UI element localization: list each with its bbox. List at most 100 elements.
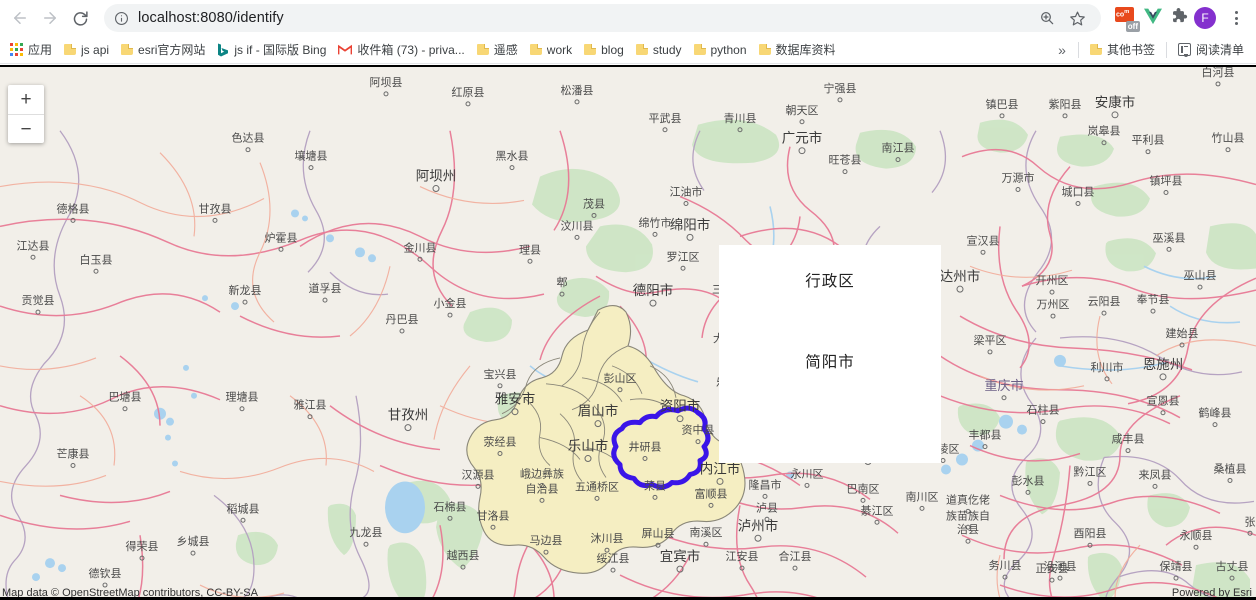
map-label: 道真仡佬 [946,492,990,506]
bookmark-esri-site[interactable]: esri官方网站 [115,38,211,61]
map-label: 阿坝州 [416,169,456,185]
map-label: 镇坪县 [1150,174,1183,188]
bookmark-label: 其他书签 [1107,41,1155,58]
map-label: 恩施州 [1143,357,1183,373]
map-viewport[interactable]: 色达县壤塘县阿坝县红原县松潘县平武县青川县朝天区宁强县南江县旺苍县广元市镇巴县紫… [0,65,1256,600]
bookmark-database-materials[interactable]: 数据库资料 [753,38,842,61]
bookmark-apps[interactable]: 应用 [4,38,58,61]
map-label: 青川县 [724,112,757,125]
map-label: 建始县 [1166,326,1199,340]
site-info-icon[interactable] [114,11,129,26]
bookmark-js-api[interactable]: js api [58,40,115,60]
map-label: 德阳市 [633,282,673,299]
bookmark-other-bookmarks[interactable]: 其他书签 [1084,38,1161,61]
map-label: 丹巴县 [386,313,419,326]
folder-icon [694,44,706,55]
map-label: 汶川县 [561,218,594,232]
map-label: 九龙县 [350,526,383,539]
bookmark-yaogan[interactable]: 遥感 [471,38,524,61]
omnibox-actions [1025,4,1091,32]
map-label: 平利县 [1132,134,1165,147]
reload-button[interactable] [66,4,94,32]
bookmark-inbox[interactable]: 收件箱 (73) - priva... [332,38,470,61]
zoom-in-button[interactable]: + [8,85,44,114]
map-label: 沿河县 [1044,560,1077,573]
map-label: 五通桥区 [575,480,619,493]
identify-popup[interactable]: 行政区 简阳市 [719,245,941,463]
map-label: 利川市 [1091,360,1124,374]
back-button[interactable] [6,4,34,32]
map-label: 安康市 [1095,94,1135,111]
map-label: 族苗族自 [946,508,990,522]
map-label: 雅安市 [495,391,535,408]
bookmarks-overflow-button[interactable]: » [1051,39,1073,61]
bookmarks-divider [1078,42,1079,58]
extensions-puzzle-icon[interactable] [1169,6,1188,30]
star-icon[interactable] [1063,4,1091,32]
map-label: 巫溪县 [1153,231,1186,244]
map-label: 壤塘县 [295,149,328,163]
map-label: 达州市 [940,268,980,285]
kebab-menu-icon[interactable] [1222,4,1250,32]
map-label: 江油市 [670,185,703,199]
map-label: 綦江区 [861,504,894,517]
map-label: 酉阳县 [1074,527,1107,540]
map-tiles[interactable]: 色达县壤塘县阿坝县红原县松潘县平武县青川县朝天区宁强县南江县旺苍县广元市镇巴县紫… [0,67,1256,600]
map-label: 宜宾市 [660,548,700,565]
map-zoom-controls: + − [8,85,44,143]
map-label: 白玉县 [80,252,113,266]
url-text[interactable]: localhost:8080/identify [138,10,284,26]
map-label: 奉节县 [1137,292,1170,306]
map-label: 绵竹市 [639,215,672,229]
map-label: 巴塘县 [109,390,142,404]
zoom-indicator-icon[interactable] [1033,4,1061,32]
folder-icon [64,44,76,55]
map-label: 理县 [519,243,541,256]
map-label: 宣汉县 [967,233,1000,247]
vue-devtools-icon[interactable] [1143,7,1163,30]
folder-icon [121,44,133,55]
map-label: 荥经县 [484,435,517,449]
bookmark-bing[interactable]: js if - 国际版 Bing [211,38,332,61]
map-label: 务川县 [989,559,1022,572]
map-label: 稻城县 [227,502,260,515]
map-label: 贡觉县 [22,294,55,307]
reading-list-button[interactable]: 阅读清单 [1172,38,1250,61]
bookmark-label: study [653,43,682,57]
map-label: 得荣县 [126,540,159,553]
forward-button[interactable] [36,4,64,32]
map-label: 泸县 [756,501,778,514]
map-label: 永顺县 [1180,528,1213,542]
browser-window: localhost:8080/identify com off F [0,0,1256,600]
bookmark-python[interactable]: python [688,40,753,60]
bookmark-blog[interactable]: blog [578,40,630,60]
map-label: 南溪区 [690,526,723,539]
map-label: 阿坝县 [370,75,403,89]
map-label: 镇巴县 [986,97,1019,111]
map-label: 万州区 [1037,298,1070,311]
map-label: 汉源县 [462,467,495,481]
folder-icon [759,44,771,55]
map-label: 黔江区 [1074,464,1107,478]
zoom-out-button[interactable]: − [8,114,44,143]
map-label: 宁强县 [824,81,857,95]
map-label: 甘洛县 [477,508,510,522]
folder-icon [636,44,648,55]
map-label: 芒康县 [57,447,90,461]
profile-avatar[interactable]: F [1194,7,1216,29]
map-label: 马边县 [530,534,563,547]
map-label: 石棉县 [434,499,467,513]
bookmark-study[interactable]: study [630,40,688,60]
address-bar[interactable]: localhost:8080/identify [104,4,1101,32]
map-label: 彭山区 [604,371,637,385]
map-label: 炉霍县 [265,231,298,244]
map-label: 石柱县 [1027,403,1060,417]
map-label: 松潘县 [561,83,594,97]
map-label: 宣恩县 [1147,394,1180,408]
bookmark-work[interactable]: work [524,40,578,60]
map-label: 雅江县 [294,398,327,412]
map-label: 张 [1245,515,1256,528]
colorzilla-extension-icon[interactable]: com off [1115,7,1137,29]
bookmark-label: js api [81,43,109,57]
browser-toolbar: localhost:8080/identify com off F [0,0,1256,36]
